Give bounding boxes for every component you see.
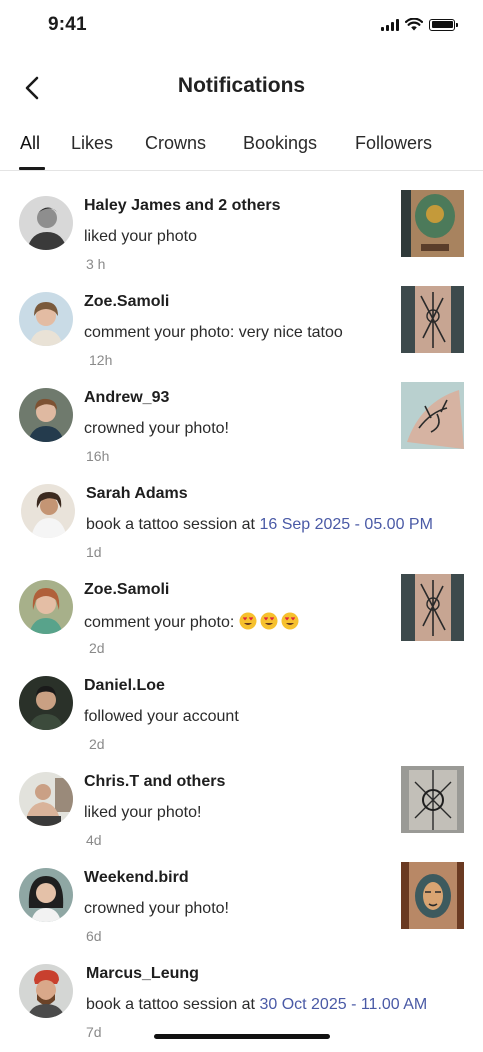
notification-time: 2d (89, 736, 105, 752)
cellular-signal-icon (381, 18, 399, 31)
home-indicator (154, 1034, 330, 1039)
tab-all[interactable]: All (20, 133, 40, 154)
avatar (19, 868, 73, 922)
tab-bar: All Likes Crowns Bookings Followers (0, 128, 483, 171)
post-thumbnail[interactable] (401, 766, 464, 833)
battery-icon (429, 18, 458, 31)
notification-user-name[interactable]: Marcus_Leung (86, 965, 199, 983)
avatar (19, 964, 73, 1018)
notification-user-name[interactable]: Sarah Adams (86, 485, 188, 503)
notification-message: comment your photo: very nice tatoo (84, 324, 343, 341)
notification-item[interactable]: Zoe.Samoli comment your photo: very nice… (0, 284, 483, 380)
heart-eyes-emoji-icon (260, 612, 278, 630)
avatar (21, 484, 75, 538)
notification-user-name[interactable]: Zoe.Samoli (84, 581, 169, 599)
avatar (19, 580, 73, 634)
heart-eyes-emoji-icon (239, 612, 257, 630)
notification-item[interactable]: Weekend.bird crowned your photo! 6d (0, 860, 483, 956)
avatar (19, 292, 73, 346)
notification-user-name[interactable]: Weekend.bird (84, 869, 189, 887)
notification-message: followed your account (84, 708, 239, 725)
notification-user-name[interactable]: Haley James and 2 others (84, 197, 281, 215)
notification-user-name[interactable]: Daniel.Loe (84, 677, 165, 695)
avatar (19, 772, 73, 826)
notification-item[interactable]: Haley James and 2 others liked your phot… (0, 188, 483, 284)
notification-message: liked your photo (84, 228, 197, 245)
post-thumbnail[interactable] (401, 382, 464, 449)
notification-time: 3 h (86, 256, 106, 272)
notification-message: crowned your photo! (84, 420, 229, 437)
notification-message: liked your photo! (84, 804, 202, 821)
notification-user-name[interactable]: Chris.T and others (84, 773, 225, 791)
notification-list: Haley James and 2 others liked your phot… (0, 188, 483, 1052)
tab-followers[interactable]: Followers (355, 133, 432, 154)
status-bar: 9:41 (0, 0, 483, 54)
avatar (19, 676, 73, 730)
tab-bookings[interactable]: Bookings (243, 133, 317, 154)
notification-item[interactable]: Chris.T and others liked your photo! 4d (0, 764, 483, 860)
avatar (19, 196, 73, 250)
booking-datetime[interactable]: 16 Sep 2025 - 05.00 PM (259, 516, 432, 533)
avatar (19, 388, 73, 442)
status-time: 9:41 (48, 14, 87, 35)
status-icons (381, 18, 458, 31)
post-thumbnail[interactable] (401, 190, 464, 257)
notification-time: 16h (86, 448, 110, 464)
notification-time: 4d (86, 832, 102, 848)
notification-item[interactable]: Zoe.Samoli comment your photo: 2d (0, 572, 483, 668)
wifi-icon (405, 18, 423, 31)
tab-crowns[interactable]: Crowns (145, 133, 206, 154)
notification-time: 7d (86, 1024, 102, 1040)
notification-message: comment your photo: (84, 612, 302, 632)
post-thumbnail[interactable] (401, 286, 464, 353)
notification-message: book a tattoo session at 16 Sep 2025 - 0… (86, 516, 433, 533)
booking-datetime[interactable]: 30 Oct 2025 - 11.00 AM (259, 996, 427, 1013)
notification-user-name[interactable]: Andrew_93 (84, 389, 169, 407)
page-title: Notifications (177, 74, 306, 97)
header: Notifications (0, 62, 483, 116)
heart-eyes-emoji-icon (281, 612, 299, 630)
notification-time: 1d (86, 544, 102, 560)
notification-message: book a tattoo session at 30 Oct 2025 - 1… (86, 996, 428, 1013)
notification-time: 12h (89, 352, 113, 368)
notification-time: 2d (89, 640, 105, 656)
notification-item[interactable]: Andrew_93 crowned your photo! 16h (0, 380, 483, 476)
notification-user-name[interactable]: Zoe.Samoli (84, 293, 169, 311)
notification-item[interactable]: Daniel.Loe followed your account 2d (0, 668, 483, 764)
post-thumbnail[interactable] (401, 574, 464, 641)
tab-likes[interactable]: Likes (71, 133, 113, 154)
active-tab-indicator (19, 167, 45, 170)
notification-message: crowned your photo! (84, 900, 229, 917)
notification-time: 6d (86, 928, 102, 944)
notification-item[interactable]: Sarah Adams book a tattoo session at 16 … (0, 476, 483, 572)
post-thumbnail[interactable] (401, 862, 464, 929)
